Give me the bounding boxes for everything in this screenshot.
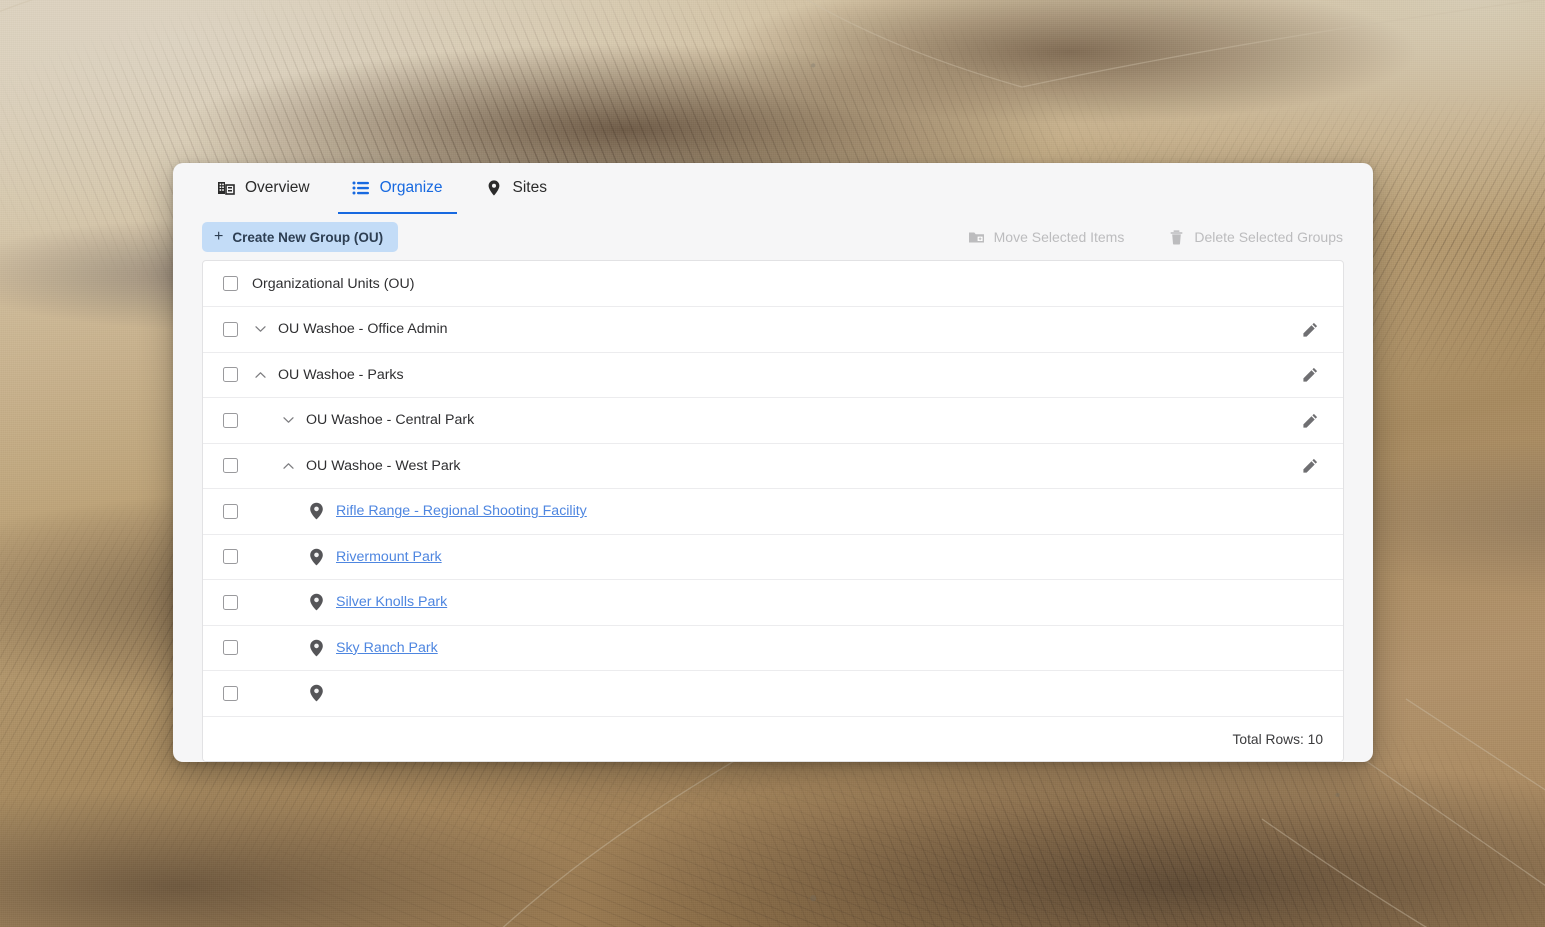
- tab-overview[interactable]: Overview: [203, 163, 324, 214]
- row-checkbox[interactable]: [223, 549, 238, 564]
- move-selected-items-button[interactable]: Move Selected Items: [968, 229, 1125, 246]
- building-org-icon: [217, 179, 235, 197]
- folder-move-icon: [968, 229, 985, 246]
- table-row[interactable]: Silver Knolls Park: [203, 580, 1343, 626]
- tab-sites[interactable]: Sites: [471, 163, 561, 214]
- table-footer: Total Rows: 10: [203, 716, 1343, 761]
- edit-pencil-icon[interactable]: [1299, 455, 1321, 477]
- row-checkbox-cell: [203, 640, 252, 655]
- row-checkbox-cell: [203, 595, 252, 610]
- row-checkbox[interactable]: [223, 640, 238, 655]
- delete-selected-groups-label: Delete Selected Groups: [1194, 229, 1343, 245]
- map-pin-icon: [308, 638, 325, 657]
- map-pin-icon: [308, 547, 325, 566]
- plus-icon: +: [214, 229, 223, 245]
- tab-overview-label: Overview: [245, 179, 310, 197]
- chevron-down-icon[interactable]: [252, 321, 269, 338]
- move-selected-items-label: Move Selected Items: [994, 229, 1125, 245]
- action-toolbar: + Create New Group (OU) Move Selected It…: [173, 214, 1373, 260]
- table-row[interactable]: Rivermount Park: [203, 535, 1343, 581]
- ou-group-label: OU Washoe - West Park: [306, 458, 461, 474]
- row-checkbox[interactable]: [223, 413, 238, 428]
- row-checkbox[interactable]: [223, 322, 238, 337]
- table-row[interactable]: Rifle Range - Regional Shooting Facility: [203, 489, 1343, 535]
- row-checkbox-cell: [203, 549, 252, 564]
- row-checkbox[interactable]: [223, 504, 238, 519]
- row-content: OU Washoe - Central Park: [252, 412, 1299, 429]
- ou-tree-rows-scroll-area[interactable]: Organizational Units (OU) OU Washoe - Off…: [203, 261, 1343, 716]
- site-link[interactable]: Silver Knolls Park: [336, 594, 447, 610]
- row-checkbox[interactable]: [223, 276, 238, 291]
- tab-organize[interactable]: Organize: [338, 163, 457, 214]
- row-checkbox-cell: [203, 458, 252, 473]
- ou-group-label: OU Washoe - Parks: [278, 367, 404, 383]
- list-lines-icon: [352, 179, 370, 197]
- row-checkbox[interactable]: [223, 686, 238, 701]
- row-content: OU Washoe - West Park: [252, 457, 1299, 474]
- row-checkbox-cell: [203, 686, 252, 701]
- row-content: Silver Knolls Park: [252, 593, 1321, 612]
- row-checkbox[interactable]: [223, 595, 238, 610]
- table-row[interactable]: OU Washoe - Central Park: [203, 398, 1343, 444]
- row-checkbox-cell: [203, 322, 252, 337]
- map-pin-icon: [308, 684, 325, 703]
- row-content: [252, 684, 1321, 703]
- create-new-group-label: Create New Group (OU): [232, 230, 383, 245]
- table-header-label: Organizational Units (OU): [252, 276, 414, 292]
- row-content: OU Washoe - Office Admin: [252, 321, 1299, 338]
- row-checkbox-cell: [203, 276, 252, 291]
- row-content: Rifle Range - Regional Shooting Facility: [252, 502, 1321, 521]
- row-content: Organizational Units (OU): [252, 276, 1321, 292]
- row-checkbox-cell: [203, 367, 252, 382]
- table-row[interactable]: OU Washoe - West Park: [203, 444, 1343, 490]
- site-link[interactable]: Sky Ranch Park: [336, 640, 438, 656]
- map-pin-icon: [308, 502, 325, 521]
- map-pin-icon: [485, 179, 503, 197]
- table-row[interactable]: Sky Ranch Park: [203, 626, 1343, 672]
- edit-pencil-icon[interactable]: [1299, 318, 1321, 340]
- delete-selected-groups-button[interactable]: Delete Selected Groups: [1168, 229, 1343, 246]
- row-checkbox[interactable]: [223, 367, 238, 382]
- chevron-up-icon[interactable]: [252, 366, 269, 383]
- ou-tree-table: Organizational Units (OU) OU Washoe - Off…: [202, 260, 1344, 762]
- table-row[interactable]: OU Washoe - Office Admin: [203, 307, 1343, 353]
- site-link[interactable]: Rifle Range - Regional Shooting Facility: [336, 503, 587, 519]
- chevron-down-icon[interactable]: [280, 412, 297, 429]
- edit-pencil-icon[interactable]: [1299, 364, 1321, 386]
- map-pin-icon: [308, 593, 325, 612]
- table-row[interactable]: [203, 671, 1343, 716]
- site-link[interactable]: Rivermount Park: [336, 549, 442, 565]
- chevron-up-icon[interactable]: [280, 457, 297, 474]
- row-checkbox-cell: [203, 504, 252, 519]
- row-content: Sky Ranch Park: [252, 638, 1321, 657]
- organize-panel-card: Overview Organize: [173, 163, 1373, 762]
- row-content: Rivermount Park: [252, 547, 1321, 566]
- tab-sites-label: Sites: [513, 179, 547, 197]
- create-new-group-button[interactable]: + Create New Group (OU): [202, 222, 398, 252]
- tab-bar: Overview Organize: [173, 163, 1373, 214]
- total-rows-label: Total Rows: 10: [1233, 732, 1324, 747]
- ou-group-label: OU Washoe - Office Admin: [278, 321, 448, 337]
- row-checkbox[interactable]: [223, 458, 238, 473]
- row-content: OU Washoe - Parks: [252, 366, 1299, 383]
- trash-icon: [1168, 229, 1185, 246]
- edit-pencil-icon[interactable]: [1299, 409, 1321, 431]
- table-row[interactable]: Organizational Units (OU): [203, 261, 1343, 307]
- table-row[interactable]: OU Washoe - Parks: [203, 353, 1343, 399]
- tab-organize-label: Organize: [380, 179, 443, 197]
- row-checkbox-cell: [203, 413, 252, 428]
- ou-group-label: OU Washoe - Central Park: [306, 412, 474, 428]
